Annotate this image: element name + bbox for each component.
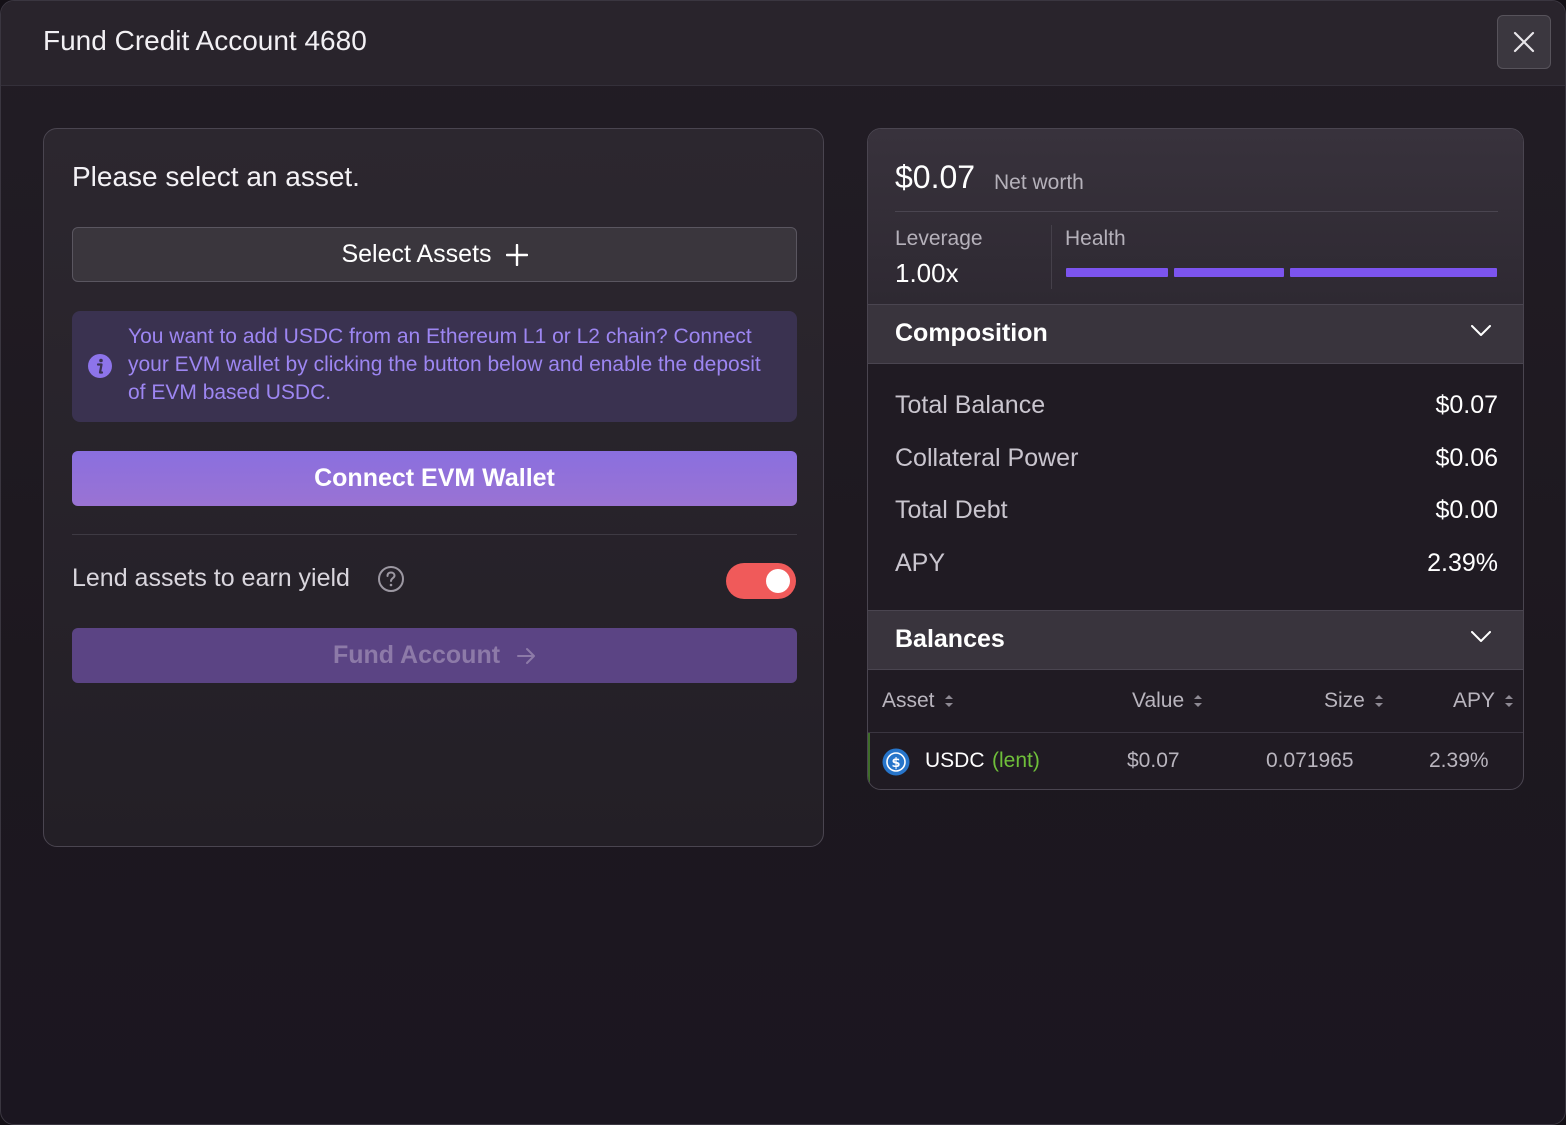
sort-icon (1194, 695, 1203, 707)
balances-title: Balances (895, 625, 1005, 653)
composition-row-collateral-power: Collateral Power $0.06 (895, 444, 1498, 480)
close-button[interactable] (1497, 15, 1551, 69)
connect-evm-wallet-button[interactable]: Connect EVM Wallet (72, 451, 797, 506)
health-bar-segment (1066, 268, 1168, 277)
close-icon (1513, 31, 1535, 53)
asset-value: $0.07 (1127, 749, 1180, 772)
column-header-value[interactable]: Value (1132, 689, 1204, 713)
chevron-down-icon (1471, 631, 1491, 642)
composition-header[interactable]: Composition (868, 304, 1523, 364)
fund-account-label: Fund Account (332, 641, 501, 669)
composition-label: Collateral Power (895, 444, 1079, 472)
asset-size: 0.071965 (1266, 749, 1354, 772)
composition-title: Composition (895, 319, 1048, 347)
lend-assets-label: Lend assets to earn yield (72, 564, 350, 592)
help-circle-icon[interactable] (377, 565, 405, 593)
leverage-label: Leverage (895, 227, 983, 250)
svg-text:$: $ (891, 756, 900, 771)
divider (895, 211, 1498, 212)
lend-toggle[interactable] (726, 563, 796, 599)
composition-value: 2.39% (1427, 549, 1498, 577)
chevron-down-icon (1471, 325, 1491, 336)
sort-icon (1505, 695, 1514, 707)
usdc-icon: $ (882, 748, 910, 776)
sort-icon (944, 695, 953, 707)
evm-info-text: You want to add USDC from an Ethereum L1… (128, 325, 761, 404)
table-row[interactable]: $ USDC (lent) $0.07 0.071965 2.39% (868, 733, 1523, 789)
column-header-label: APY (1453, 689, 1496, 712)
column-header-asset[interactable]: Asset (882, 689, 955, 713)
health-bar (1066, 268, 1497, 277)
column-header-label: Size (1324, 689, 1365, 712)
lent-tag: (lent) (992, 749, 1040, 772)
asset-selection-card: Please select an asset. Select Assets Yo… (43, 128, 824, 847)
leverage-value: 1.00x (895, 258, 959, 288)
toggle-knob (766, 569, 790, 593)
composition-row-total-debt: Total Debt $0.00 (895, 496, 1498, 532)
net-worth-label: Net worth (994, 171, 1084, 194)
plus-icon (505, 243, 528, 266)
composition-label: APY (895, 549, 946, 577)
modal-header: Fund Credit Account 4680 (1, 1, 1565, 86)
evm-info-callout: You want to add USDC from an Ethereum L1… (72, 311, 797, 422)
composition-value: $0.07 (1435, 391, 1498, 419)
asset-symbol: USDC (925, 749, 985, 772)
column-header-label: Value (1132, 689, 1185, 712)
composition-label: Total Debt (895, 496, 1008, 524)
balances-header[interactable]: Balances (868, 610, 1523, 670)
composition-value: $0.06 (1435, 444, 1498, 472)
column-header-size[interactable]: Size (1324, 689, 1385, 713)
select-assets-button[interactable]: Select Assets (72, 227, 797, 282)
account-summary-card: $0.07 Net worth Leverage 1.00x Health Co… (867, 128, 1524, 790)
sort-icon (1374, 695, 1383, 707)
column-header-label: Asset (882, 689, 935, 712)
composition-value: $0.00 (1435, 496, 1498, 524)
info-icon (88, 354, 112, 378)
net-worth-value: $0.07 (895, 159, 976, 195)
fund-account-button[interactable]: Fund Account (72, 628, 797, 683)
composition-label: Total Balance (895, 391, 1046, 419)
modal-title: Fund Credit Account 4680 (43, 25, 367, 56)
divider (72, 534, 797, 535)
select-assets-label: Select Assets (341, 240, 492, 268)
column-header-apy[interactable]: APY (1453, 689, 1515, 713)
account-summary: $0.07 Net worth Leverage 1.00x Health (868, 129, 1523, 304)
composition-row-apy: APY 2.39% (895, 549, 1498, 585)
health-bar-segment (1290, 268, 1497, 277)
select-asset-prompt: Please select an asset. (72, 161, 360, 192)
divider (1051, 225, 1052, 289)
fund-account-modal: Fund Credit Account 4680 Please select a… (0, 0, 1566, 1125)
health-label: Health (1065, 227, 1126, 250)
asset-apy: 2.39% (1429, 749, 1489, 772)
arrow-right-icon (517, 647, 536, 664)
health-bar-segment (1174, 268, 1284, 277)
composition-row-total-balance: Total Balance $0.07 (895, 391, 1498, 427)
balances-table-header: Asset Value Size APY (868, 671, 1523, 733)
